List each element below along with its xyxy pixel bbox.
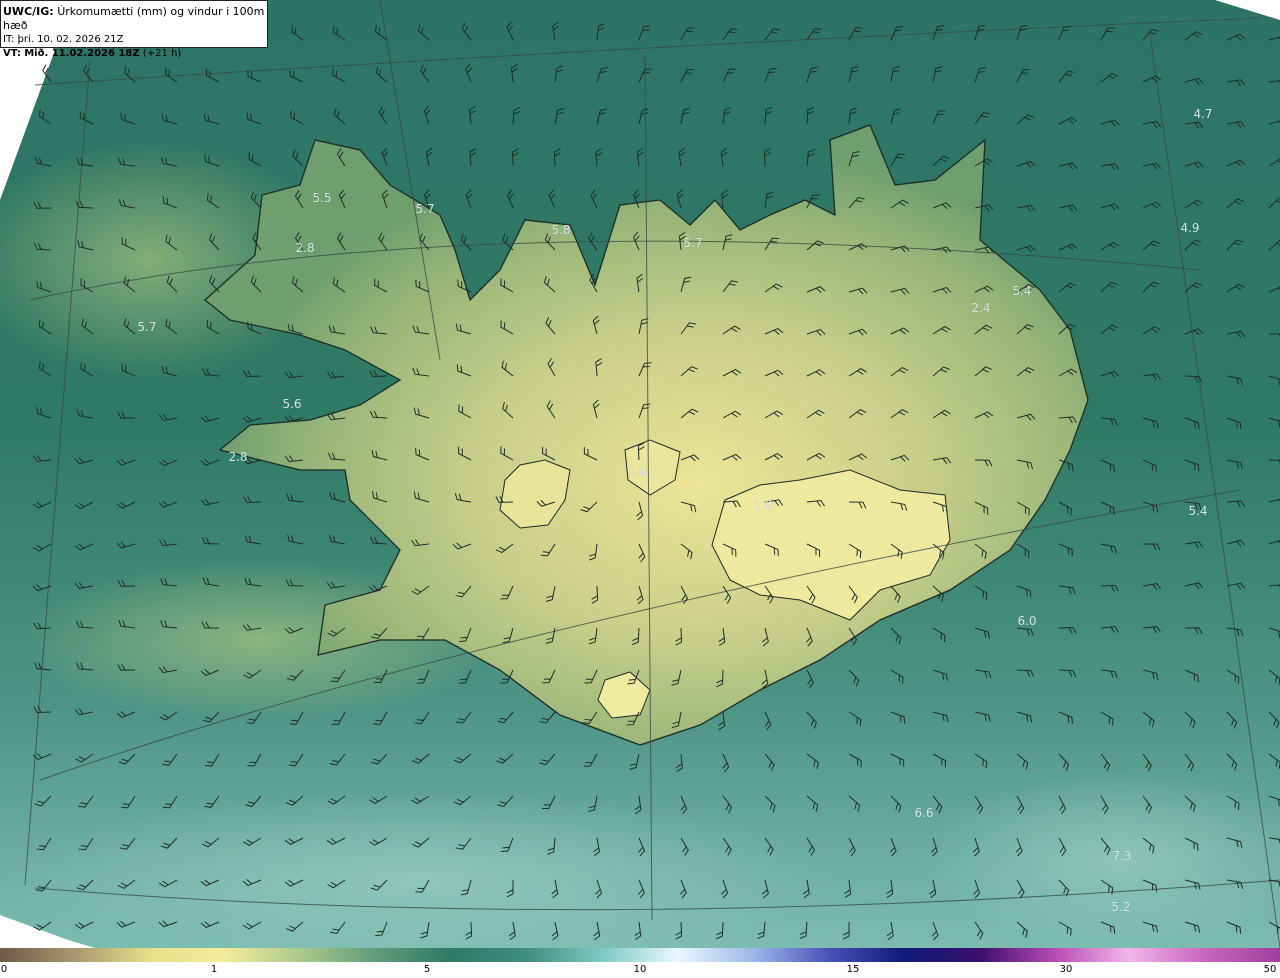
value-label: 4.9	[1180, 221, 1200, 235]
valid-time-label: VT:	[3, 48, 22, 59]
colorbar-tick: 50	[1263, 964, 1277, 975]
colorbar-tick: 1	[210, 964, 218, 975]
map-header: UWC/IG: Úrkomumætti (mm) og vindur i 100…	[0, 0, 268, 59]
value-label: 5.7	[137, 320, 157, 334]
value-label: 5.4	[1012, 284, 1032, 298]
value-label: 2.8	[228, 450, 248, 464]
value-label: 5.5	[312, 191, 332, 205]
value-label: 5.7	[415, 202, 435, 216]
value-label: 5.6	[282, 397, 302, 411]
valid-time-value: Mið. 11.02.2026 18Z	[24, 48, 140, 59]
colorbar-tick: 30	[1059, 964, 1073, 975]
init-time-label: IT:	[3, 34, 15, 45]
value-label: 5.7	[683, 236, 703, 250]
value-label: 4.7	[1193, 107, 1213, 121]
product-code: UWC/IG:	[3, 5, 54, 18]
value-label: 5.8	[551, 223, 571, 237]
value-label: 5.2	[1111, 900, 1131, 914]
colorbar-tick: 10	[633, 964, 647, 975]
value-label: 6.6	[914, 806, 934, 820]
init-time-value: þri. 10. 02. 2026 21Z	[17, 34, 124, 45]
colorbar-tick: 5	[423, 964, 431, 975]
value-label: 2.4	[971, 301, 991, 315]
value-label: 2.8	[295, 241, 315, 255]
value-label: 7.3	[1112, 849, 1132, 863]
value-label: 5.4	[1188, 504, 1208, 518]
value-label: 1.0	[627, 465, 647, 479]
precip-colorbar	[0, 948, 1280, 962]
colorbar-tick: 0	[0, 964, 8, 975]
valid-time-offset: (+21 h)	[142, 48, 182, 59]
value-label: 6.0	[1017, 614, 1037, 628]
value-label: 1.0	[753, 498, 773, 512]
colorbar-tick: 15	[846, 964, 860, 975]
